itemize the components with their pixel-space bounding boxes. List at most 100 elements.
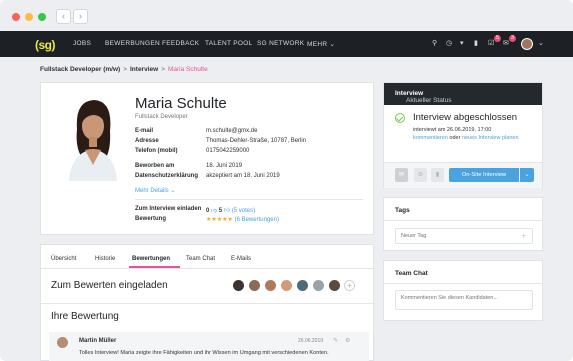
- status-action-bar: ✉ ⊘ ▮ On-Site Interview ⌄: [384, 162, 542, 188]
- app-window: ‹ › (sg) JOBS BEWERBUNGEN FEEDBACK TALEN…: [0, 0, 573, 361]
- reviewer-avatar: [57, 337, 68, 348]
- votes-link[interactable]: (5 votes): [232, 208, 255, 214]
- nav-item-feedback[interactable]: FEEDBACK: [162, 40, 199, 47]
- section-divider: [41, 303, 375, 304]
- invited-heading: Zum Bewerten eingeladen: [51, 280, 168, 291]
- mobile-icon[interactable]: ▮: [474, 39, 478, 47]
- close-window-button[interactable]: [12, 13, 20, 21]
- candidate-profile-card: Maria Schulte Fullstack Developer E-mail…: [40, 82, 374, 235]
- tags-card: Tags +: [383, 197, 543, 251]
- applied-label: Beworben am: [135, 163, 175, 169]
- reviewer-avatar[interactable]: [233, 280, 244, 291]
- plan-interview-link[interactable]: neues Interview planen: [462, 135, 519, 141]
- candidate-name: Maria Schulte: [135, 95, 227, 112]
- email-label: E-mail: [135, 128, 154, 134]
- add-tag-icon[interactable]: +: [521, 231, 526, 240]
- ratings-link[interactable]: (6 Bewertungen): [235, 217, 279, 223]
- comment-input[interactable]: [401, 295, 511, 301]
- check-circle-icon: [395, 113, 405, 123]
- clock-icon[interactable]: ◷: [446, 39, 452, 47]
- candidate-role: Fullstack Developer: [135, 114, 188, 120]
- reviewer-avatar[interactable]: [297, 280, 308, 291]
- nav-item-bewerbungen[interactable]: BEWERBUNGEN: [105, 40, 160, 47]
- phone-label: Telefon (mobil): [135, 148, 178, 154]
- nav-item-jobs[interactable]: JOBS: [73, 40, 91, 47]
- checklist-icon[interactable]: ☑: [488, 39, 494, 47]
- forward-button[interactable]: ›: [73, 9, 88, 24]
- logo[interactable]: (sg): [35, 38, 56, 52]
- vote-yes-count: 5: [218, 208, 223, 214]
- reviewer-avatar[interactable]: [313, 280, 324, 291]
- comment-link[interactable]: kommentieren: [413, 135, 448, 141]
- notification-badge: 5: [494, 35, 501, 42]
- mail-button[interactable]: ✉: [395, 168, 408, 182]
- delete-button[interactable]: ▮: [431, 168, 444, 182]
- email-value[interactable]: m.schulte@gmx.de: [206, 128, 257, 134]
- team-chat-card: Team Chat: [383, 260, 543, 321]
- back-button[interactable]: ‹: [56, 9, 71, 24]
- stage-dropdown-button[interactable]: ⌄: [520, 168, 534, 182]
- tags-divider: [384, 220, 542, 221]
- nav-item-sg-network[interactable]: SG NETWORK: [257, 40, 304, 47]
- chevron-down-icon[interactable]: ⌄: [538, 39, 544, 47]
- evaluation-date: 26.06.2019: [298, 338, 324, 344]
- filter-icon[interactable]: ▾: [460, 39, 464, 47]
- interview-date: interviewt am 26.06.2019, 17:00: [413, 127, 492, 133]
- or-text: oder: [449, 135, 461, 141]
- reviewer-avatar[interactable]: [281, 280, 292, 291]
- status-header: Aktueller Status Interview: [384, 83, 542, 105]
- tab-evaluations[interactable]: Bewertungen: [132, 256, 170, 262]
- rating-stars[interactable]: ★★★★★: [206, 217, 233, 223]
- rating-label: Bewertung: [135, 216, 167, 222]
- tab-history[interactable]: Historie: [95, 256, 115, 262]
- privacy-value: akzeptiert am 18. Juni 2019: [206, 173, 280, 179]
- maximize-window-button[interactable]: [38, 13, 46, 21]
- vote-no-count: 0: [206, 208, 210, 214]
- search-icon[interactable]: ⚲: [432, 39, 437, 47]
- status-title: Interview abgeschlossen: [413, 112, 518, 123]
- minimize-window-button[interactable]: [25, 13, 33, 21]
- more-details-link[interactable]: Mehr Details ⌄: [135, 187, 175, 194]
- new-tag-field[interactable]: +: [395, 228, 533, 244]
- candidate-photo: [63, 95, 123, 181]
- breadcrumb-job[interactable]: Fullstack Developer (m/w): [40, 66, 120, 73]
- current-status-card: Aktueller Status Interview Interview abg…: [383, 82, 543, 188]
- comment-field[interactable]: [395, 290, 533, 310]
- add-reviewer-button[interactable]: +: [344, 280, 355, 291]
- invite-votes: 0 👎︎ 5 👍︎ (5 votes): [206, 206, 255, 214]
- applied-value: 18. Juni 2019: [206, 163, 243, 169]
- on-site-interview-button[interactable]: On-Site Interview: [449, 168, 519, 182]
- reject-button[interactable]: ⊘: [414, 168, 427, 182]
- rating-value: ★★★★★ (6 Bewertungen): [206, 216, 279, 223]
- mail-icon[interactable]: ✉: [503, 39, 509, 47]
- new-tag-input[interactable]: [401, 233, 511, 239]
- nav-item-talent-pool[interactable]: TALENT POOL: [205, 40, 253, 47]
- window-titlebar: ‹ ›: [0, 0, 573, 31]
- reviewer-avatar[interactable]: [249, 280, 260, 291]
- tab-overview[interactable]: Übersicht: [51, 256, 76, 262]
- tab-emails[interactable]: E-Mails: [231, 256, 251, 262]
- edit-icon[interactable]: ✎: [333, 337, 338, 344]
- team-chat-title: Team Chat: [395, 270, 428, 277]
- tab-divider: [41, 268, 375, 269]
- active-tab-indicator: [129, 266, 180, 268]
- address-label: Adresse: [135, 138, 159, 144]
- breadcrumb: Fullstack Developer (m/w) > Interview > Mari…: [40, 66, 208, 73]
- team-chat-divider: [384, 283, 542, 284]
- tab-team-chat[interactable]: Team Chat: [186, 256, 215, 262]
- breadcrumb-stage[interactable]: Interview: [130, 66, 158, 73]
- divider: [135, 199, 363, 200]
- breadcrumb-candidate: Maria Schulte: [167, 66, 208, 73]
- evaluations-panel: Übersicht Historie Bewertungen Team Chat…: [40, 244, 375, 361]
- phone-value[interactable]: 0175042259000: [206, 148, 249, 154]
- reviewer-avatar[interactable]: [265, 280, 276, 291]
- status-header-value: Interview: [395, 90, 424, 97]
- main-navigation: (sg) JOBS BEWERBUNGEN FEEDBACK TALENT PO…: [0, 31, 573, 57]
- user-avatar[interactable]: [521, 38, 533, 50]
- reviewer-avatar[interactable]: [329, 280, 340, 291]
- nav-item-mehr[interactable]: MEHR ⌄: [307, 40, 335, 48]
- thumbs-down-icon[interactable]: 👎︎: [211, 208, 217, 214]
- gear-icon[interactable]: ⚙: [345, 337, 350, 344]
- status-actions-text: kommentieren oder neues Interview planen: [413, 135, 519, 141]
- thumbs-up-icon[interactable]: 👍︎: [224, 208, 230, 214]
